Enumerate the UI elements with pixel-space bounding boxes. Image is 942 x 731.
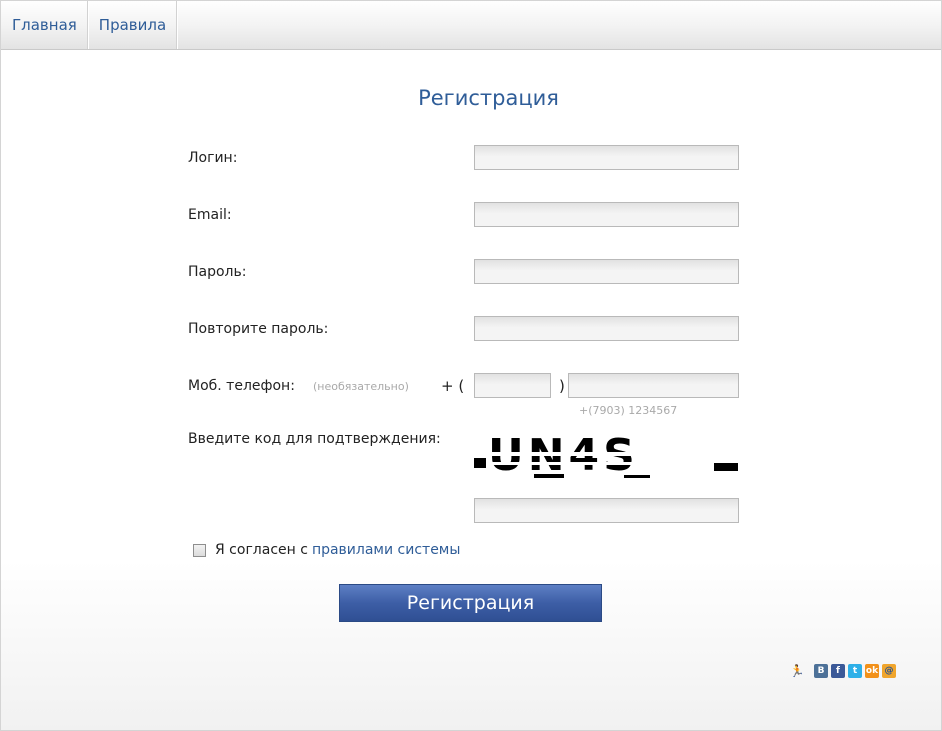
phone-code-input[interactable] [474, 373, 551, 398]
odnoklassniki-icon[interactable]: ok [865, 664, 879, 678]
registration-page: Главная Правила Регистрация Логин: Email… [0, 0, 942, 731]
login-label: Логин: [188, 150, 238, 166]
agree-text: Я согласен с [215, 542, 308, 558]
agree-checkbox[interactable] [193, 543, 206, 557]
runner-icon[interactable]: 🏃 [790, 664, 805, 678]
vk-icon[interactable]: B [814, 664, 828, 678]
twitter-icon[interactable]: t [848, 664, 862, 678]
captcha-label: Введите код для подтверждения: [188, 431, 441, 447]
phone-close-paren: ) [559, 377, 565, 395]
page-title: Регистрация [418, 86, 559, 110]
phone-example-hint: +(7903) 1234567 [579, 404, 678, 417]
password-repeat-label: Повторите пароль: [188, 321, 329, 337]
nav-item-home[interactable]: Главная [1, 1, 88, 49]
email-input[interactable] [474, 202, 739, 227]
agree-row: Я согласен с правилами системы [193, 542, 460, 558]
facebook-icon[interactable]: f [831, 664, 845, 678]
login-input[interactable] [474, 145, 739, 170]
captcha-input[interactable] [474, 498, 739, 523]
password-label: Пароль: [188, 264, 247, 280]
password-repeat-input[interactable] [474, 316, 739, 341]
top-nav: Главная Правила [1, 1, 941, 50]
register-button[interactable]: Регистрация [339, 584, 602, 622]
captcha-text: UN4S [488, 432, 639, 481]
phone-prefix: + ( [441, 377, 465, 395]
mailru-icon[interactable]: @ [882, 664, 896, 678]
phone-optional-hint: (необязательно) [313, 380, 409, 393]
phone-label: Моб. телефон: [188, 378, 295, 394]
rules-link[interactable]: правилами системы [312, 542, 460, 558]
email-label: Email: [188, 207, 232, 223]
captcha-image: UN4S [474, 432, 738, 481]
social-share-bar: 🏃 B f t ok @ [790, 664, 896, 678]
phone-number-input[interactable] [568, 373, 739, 398]
password-input[interactable] [474, 259, 739, 284]
nav-item-rules[interactable]: Правила [88, 1, 178, 49]
